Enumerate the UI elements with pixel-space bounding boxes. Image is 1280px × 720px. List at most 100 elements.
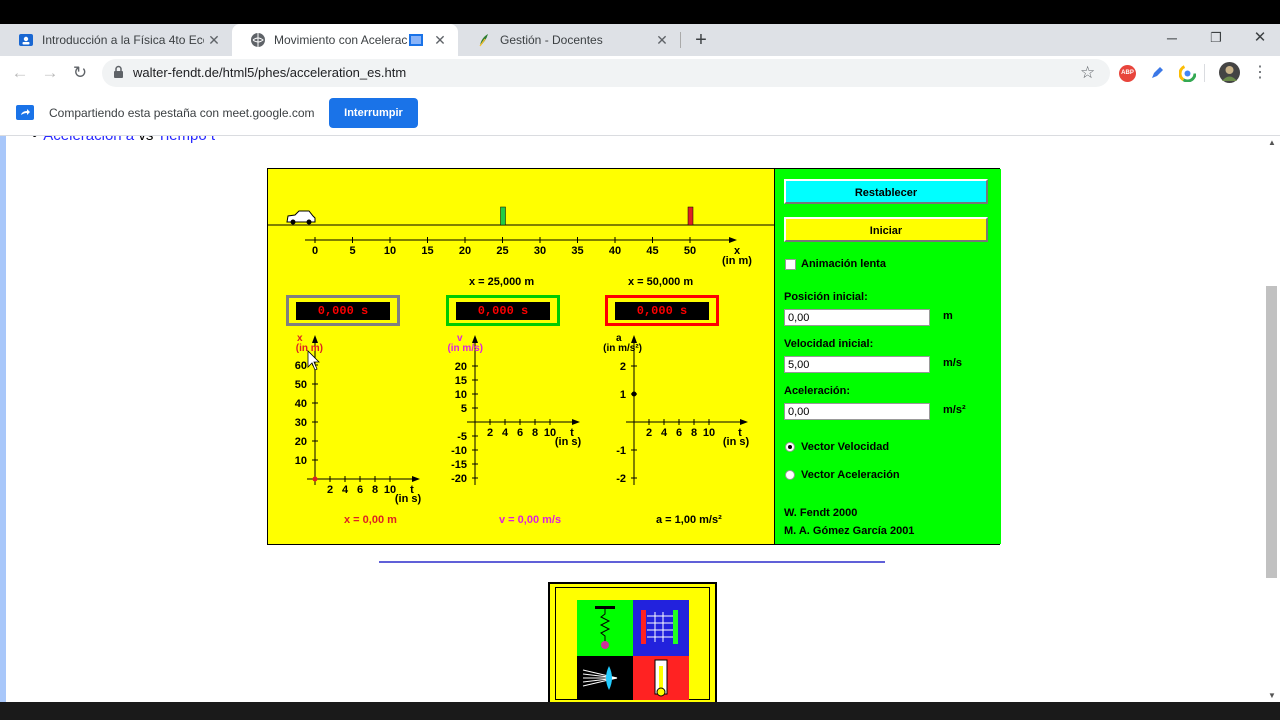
clock-start: 0,000 s	[286, 295, 400, 326]
tab-sharing-bar: Compartiendo esta pestaña con meet.googl…	[0, 90, 1280, 136]
credit-translator: M. A. Gómez García 2001	[784, 525, 915, 537]
graph-x-tick-label: 2	[487, 427, 493, 439]
reset-button[interactable]: Restablecer	[784, 179, 988, 204]
leaf-icon	[476, 32, 492, 48]
velocity-vector-radio[interactable]	[785, 442, 795, 452]
slow-motion-checkbox[interactable]	[785, 259, 796, 270]
graph-y-tick-label: 30	[295, 417, 307, 429]
graph-y-axis-arrow	[472, 335, 478, 343]
tab-label: Introducción a la Física 4to Eco C	[42, 33, 204, 47]
stop-sharing-button[interactable]: Interrumpir	[329, 98, 418, 128]
bullet-item: • Aceleración a vs Tiempo t	[32, 136, 215, 144]
start-button[interactable]: Iniciar	[784, 217, 988, 242]
track-tick-label: 20	[459, 245, 471, 257]
graph-y-tick-label: 5	[461, 403, 467, 415]
graph-x-unit: (in s)	[723, 436, 750, 448]
menu-dots-icon[interactable]: ⋮	[1246, 56, 1274, 90]
link-acceleration[interactable]: Aceleración a	[43, 136, 134, 144]
clock-red-readout: 0,000 s	[615, 302, 709, 320]
track-tick-label: 0	[312, 245, 318, 257]
graph-x-tick-label: 8	[532, 427, 538, 439]
back-icon[interactable]: ←	[6, 56, 34, 90]
tab-label: Gestión - Docentes	[500, 33, 603, 47]
thermometer-tile-icon	[633, 656, 689, 700]
graph-y-tick-label: 20	[455, 361, 467, 373]
graph-y-axis-arrow	[312, 335, 318, 343]
graph-y-tick-label: -1	[616, 445, 626, 457]
car-wheel	[290, 219, 296, 225]
minimize-icon[interactable]: ─	[1158, 24, 1186, 56]
bullet-dot: •	[32, 136, 37, 144]
avatar[interactable]	[1219, 62, 1240, 83]
physics-applets-logo[interactable]	[548, 582, 717, 704]
optics-tile-icon	[577, 656, 633, 700]
scroll-down-icon[interactable]: ▼	[1268, 691, 1276, 700]
graph-x-axis-arrow	[740, 419, 748, 425]
clock-green-readout: 0,000 s	[456, 302, 550, 320]
scrollbar-thumb[interactable]	[1266, 286, 1277, 578]
sharing-icon	[408, 32, 424, 48]
tab-gestion-docentes[interactable]: Gestión - Docentes ✕	[458, 24, 680, 56]
applet-canvas: 0 5 10 15 20 25 30 35 40 45 50 x(in m)x(in m)605040…	[268, 206, 774, 505]
clock-green-caption: x = 25,000 m	[469, 276, 535, 288]
graph-x-tick-label: 2	[327, 484, 333, 496]
tab-separator	[680, 32, 681, 48]
pen-extension-icon[interactable]	[1149, 65, 1165, 86]
graph-x-tick-label: 2	[646, 427, 652, 439]
reload-icon[interactable]: ↻	[66, 56, 94, 90]
graph-x-axis-arrow	[412, 476, 420, 482]
graph-y-tick-label: 20	[295, 436, 307, 448]
close-icon[interactable]: ✕	[204, 32, 224, 49]
clock-red: 0,000 s	[605, 295, 719, 326]
clock-red-caption: x = 50,000 m	[628, 276, 694, 288]
logo-inner-frame	[555, 587, 710, 700]
link-time[interactable]: Tiempo t	[157, 136, 215, 144]
barrier-red	[687, 206, 694, 226]
acceleration-graph-marker	[631, 391, 637, 397]
initial-velocity-input[interactable]: 5,00	[784, 356, 930, 373]
close-window-icon[interactable]: ✕	[1246, 24, 1274, 56]
share-screen-icon	[16, 105, 34, 125]
scroll-up-icon[interactable]: ▲	[1268, 138, 1276, 147]
browser-toolbar: ← → ↻ walter-fendt.de/html5/phes/acceler…	[0, 56, 1280, 90]
track-tick-label: 50	[684, 245, 696, 257]
acceleration-applet: 0 5 10 15 20 25 30 35 40 45 50 x (in m) x (in m) 60 50 40…	[267, 168, 1001, 545]
chrome-extension-icon[interactable]	[1178, 64, 1197, 87]
restore-icon[interactable]: ❐	[1202, 24, 1230, 56]
tab-movimiento-aceleracion[interactable]: Movimiento con Aceleración ✕	[232, 24, 458, 56]
graph-y-axis-arrow	[631, 335, 637, 343]
graph-x-axis-arrow	[572, 419, 580, 425]
bookmark-star-icon[interactable]: ☆	[1080, 59, 1095, 87]
initial-position-unit: m	[943, 310, 953, 322]
graph-x-tick-label: 8	[691, 427, 697, 439]
graph-y-tick-label: 50	[295, 379, 307, 391]
sharing-frame-border	[0, 136, 6, 703]
forward-icon[interactable]: →	[36, 56, 64, 90]
graph-x-tick-label: 4	[342, 484, 349, 496]
acceleration-input[interactable]: 0,00	[784, 403, 930, 420]
adblock-icon[interactable]: ABP	[1119, 65, 1136, 82]
graph-x-tick-label: 6	[517, 427, 523, 439]
slow-motion-label: Animación lenta	[801, 258, 886, 270]
spring-tile-icon	[577, 600, 633, 656]
graph-y-tick-label: 40	[295, 398, 307, 410]
graph-y-unit: (in m/s²)	[603, 343, 642, 354]
tab-intro-fisica[interactable]: Introducción a la Física 4to Eco C ✕	[0, 24, 232, 56]
graph-x-tick-label: 6	[357, 484, 363, 496]
initial-position-input[interactable]: 0,00	[784, 309, 930, 326]
position-readout: x = 0,00 m	[344, 514, 397, 526]
initial-velocity-label: Velocidad inicial:	[784, 338, 874, 350]
acceleration-vector-radio[interactable]	[785, 470, 795, 480]
acceleration-unit: m/s²	[943, 404, 966, 416]
close-icon[interactable]: ✕	[430, 32, 450, 49]
graph-y-tick-label: 10	[295, 455, 307, 467]
clock-green: 0,000 s	[446, 295, 560, 326]
velocity-readout: v = 0,00 m/s	[499, 514, 562, 526]
new-tab-button[interactable]: +	[690, 24, 712, 56]
graph-y-tick-label: -20	[451, 473, 467, 485]
track-tick-label: 35	[571, 245, 583, 257]
address-bar[interactable]: walter-fendt.de/html5/phes/acceleration_…	[102, 59, 1110, 87]
track-tick-label: 40	[609, 245, 621, 257]
graph-y-tick-label: 60	[295, 360, 307, 372]
close-icon[interactable]: ✕	[652, 32, 672, 49]
